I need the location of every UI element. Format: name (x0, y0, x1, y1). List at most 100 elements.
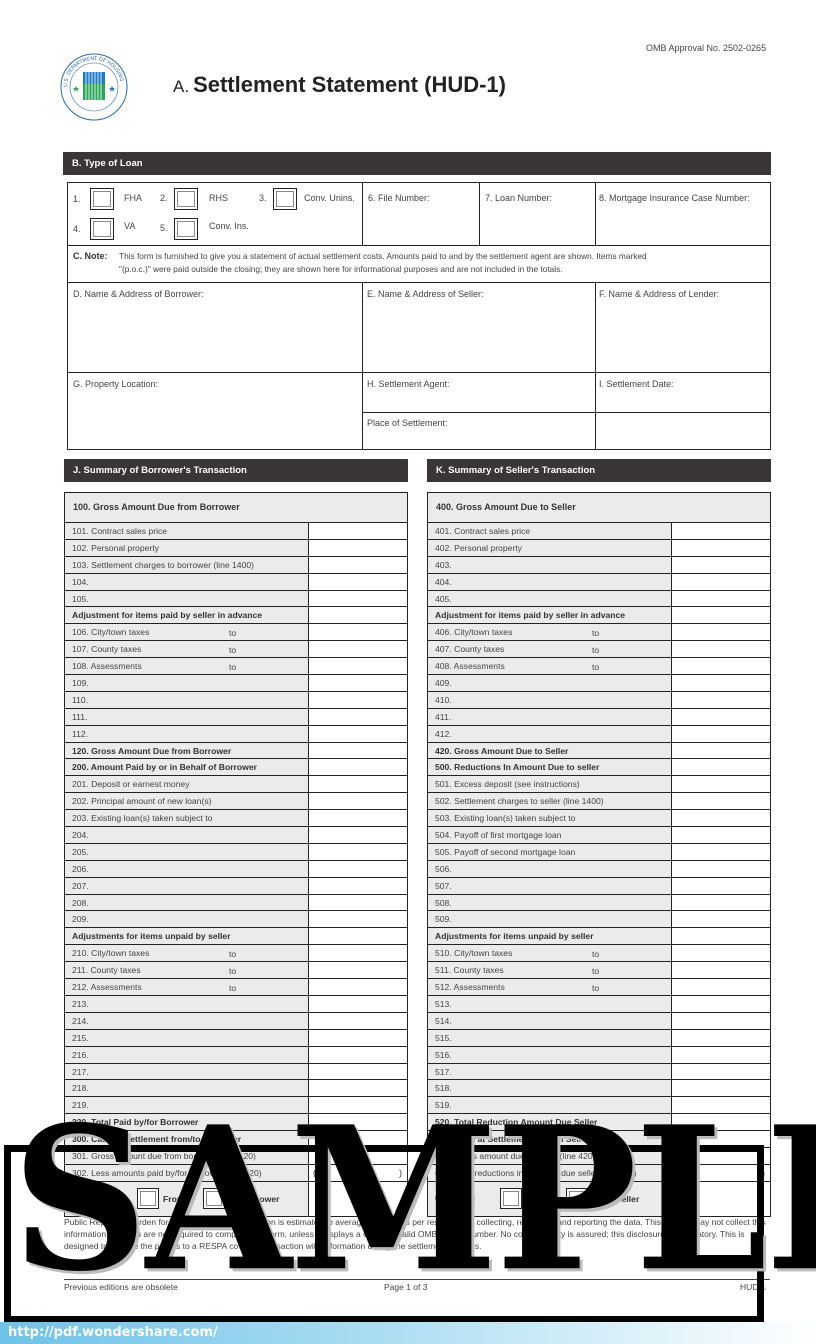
amount-field[interactable] (672, 573, 770, 590)
amount-field[interactable] (309, 725, 407, 742)
amount-field[interactable] (309, 793, 407, 810)
amount-field[interactable] (309, 1029, 407, 1046)
amount-field[interactable] (672, 793, 770, 810)
amount-field[interactable] (672, 827, 770, 843)
line-item-text: 209. (72, 914, 89, 925)
amount-field[interactable] (672, 945, 770, 962)
line-item-text: 403. (435, 559, 452, 570)
amount-field[interactable] (672, 725, 770, 742)
amount-field[interactable] (309, 843, 407, 860)
amount-field[interactable] (672, 641, 770, 658)
amount-field[interactable] (309, 742, 407, 759)
amount-field[interactable] (672, 995, 770, 1012)
amount-field[interactable] (309, 827, 407, 843)
va-checkbox[interactable] (90, 218, 114, 240)
amount-field[interactable] (672, 860, 770, 877)
amount-field[interactable] (309, 624, 407, 641)
amount-field[interactable] (672, 928, 770, 945)
line-item-label: 211. County taxes to (65, 962, 309, 979)
amount-field[interactable] (309, 776, 407, 793)
line-item-label: 411. (428, 708, 672, 725)
amount-field[interactable] (672, 556, 770, 573)
line-item-label: 516. (428, 1046, 672, 1063)
amount-field[interactable] (309, 911, 407, 928)
amount-field[interactable] (672, 590, 770, 607)
amount-field[interactable] (672, 911, 770, 928)
line-item-text: 401. Contract sales price (435, 526, 531, 536)
line-item-label: 200. Amount Paid by or in Behalf of Borr… (65, 759, 309, 776)
amount-field[interactable] (309, 962, 407, 979)
table-row: 511. County taxes to (428, 962, 770, 980)
amount-field[interactable] (672, 708, 770, 725)
line-item-label: 513. (428, 995, 672, 1012)
amount-field[interactable] (672, 776, 770, 793)
amount-field[interactable] (672, 742, 770, 759)
page-title: A. Settlement Statement (HUD-1) (173, 72, 506, 98)
amount-field[interactable] (309, 590, 407, 607)
amount-field[interactable] (309, 1046, 407, 1063)
amount-field[interactable] (309, 877, 407, 894)
fha-checkbox[interactable] (90, 188, 114, 210)
amount-field[interactable] (309, 675, 407, 691)
amount-field[interactable] (672, 1012, 770, 1029)
amount-field[interactable] (672, 759, 770, 776)
amount-field[interactable] (672, 624, 770, 641)
amount-field[interactable] (309, 607, 407, 624)
amount-field[interactable] (309, 523, 407, 539)
amount-field[interactable] (309, 810, 407, 827)
amount-field[interactable] (309, 691, 407, 708)
watermark-url[interactable]: http://pdf.wondershare.com/ (8, 1325, 218, 1340)
amount-field[interactable] (309, 979, 407, 995)
table-row: 205. (65, 843, 407, 861)
table-row: 404. (428, 573, 770, 591)
amount-field[interactable] (309, 759, 407, 776)
amount-field[interactable] (309, 573, 407, 590)
conv-unins-checkbox[interactable] (273, 188, 297, 210)
amount-field[interactable] (309, 1063, 407, 1080)
amount-field[interactable] (672, 894, 770, 911)
rhs-checkbox[interactable] (174, 188, 198, 210)
amount-field[interactable] (672, 1046, 770, 1063)
date-range-to: to (592, 645, 600, 656)
amount-field[interactable] (309, 658, 407, 675)
amount-field[interactable] (672, 691, 770, 708)
table-row: 213. (65, 995, 407, 1013)
amount-field[interactable] (672, 843, 770, 860)
table-row: 210. City/town taxes to (65, 945, 407, 963)
table-row: 206. (65, 860, 407, 878)
table-row: 111. (65, 708, 407, 726)
amount-field[interactable] (309, 641, 407, 658)
line-item-label: 505. Payoff of second mortgage loan (428, 843, 672, 860)
line-item-label: 110. (65, 691, 309, 708)
amount-field[interactable] (309, 928, 407, 945)
amount-field[interactable] (672, 523, 770, 539)
amount-field[interactable] (672, 962, 770, 979)
amount-field[interactable] (309, 945, 407, 962)
conv-ins-checkbox[interactable] (174, 218, 198, 240)
line-item-label: Adjustment for items paid by seller in a… (65, 607, 309, 624)
amount-field[interactable] (309, 894, 407, 911)
line-item-text: 101. Contract sales price (72, 526, 168, 536)
amount-field[interactable] (672, 607, 770, 624)
table-row: 406. City/town taxes to (428, 624, 770, 642)
table-row: 214. (65, 1012, 407, 1030)
amount-field[interactable] (672, 979, 770, 995)
table-row: 411. (428, 708, 770, 726)
amount-field[interactable] (309, 708, 407, 725)
amount-field[interactable] (309, 539, 407, 556)
amount-field[interactable] (672, 1063, 770, 1080)
amount-field[interactable] (309, 1012, 407, 1029)
amount-field[interactable] (309, 556, 407, 573)
table-row: 405. (428, 590, 770, 608)
amount-field[interactable] (672, 1029, 770, 1046)
amount-field[interactable] (672, 877, 770, 894)
amount-field[interactable] (309, 860, 407, 877)
line-item-text: 108. Assessments (72, 661, 142, 672)
amount-field[interactable] (672, 658, 770, 675)
line-item-label: 412. (428, 725, 672, 742)
line-item-label: Adjustments for items unpaid by seller (428, 928, 672, 945)
amount-field[interactable] (672, 810, 770, 827)
amount-field[interactable] (672, 539, 770, 556)
amount-field[interactable] (672, 675, 770, 691)
amount-field[interactable] (309, 995, 407, 1012)
